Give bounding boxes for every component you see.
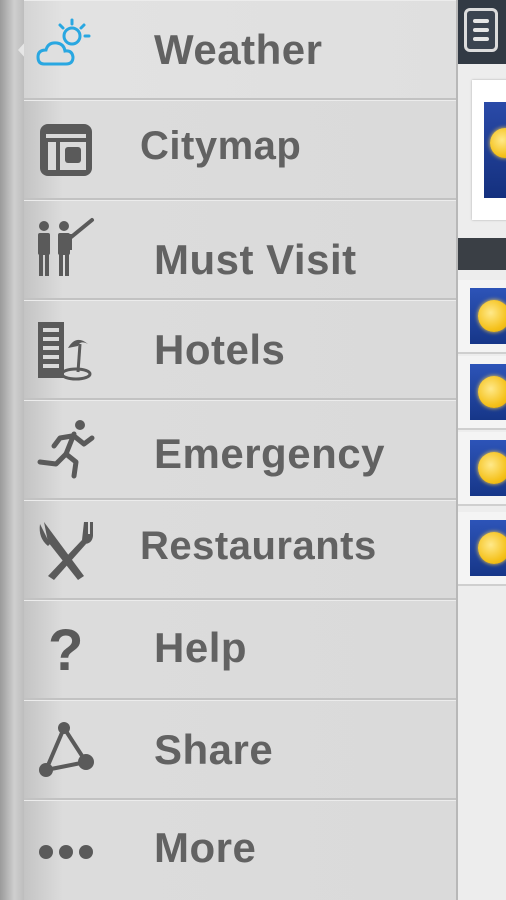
menu-item-more[interactable]: More (24, 800, 456, 900)
sun-icon (490, 128, 506, 158)
help-icon: ? (34, 618, 98, 682)
drawer-edge (0, 0, 24, 900)
forecast-row[interactable] (458, 512, 506, 586)
must-visit-icon (34, 214, 98, 278)
menu-item-label: More (154, 824, 257, 871)
menu-item-label: Citymap (140, 124, 302, 168)
current-weather-image (484, 102, 506, 198)
menu-item-must-visit[interactable]: Must Visit (24, 200, 456, 300)
current-weather-card[interactable] (472, 80, 506, 220)
menu-item-label: Emergency (154, 430, 385, 477)
menu-item-citymap[interactable]: Citymap (24, 100, 456, 200)
forecast-row[interactable] (458, 432, 506, 506)
weather-icon (34, 14, 98, 78)
forecast-row[interactable] (458, 280, 506, 354)
sun-icon (478, 532, 506, 564)
menu-item-label: Must Visit (154, 236, 357, 283)
menu-item-weather[interactable]: Weather (24, 0, 456, 100)
forecast-row[interactable] (458, 356, 506, 430)
share-icon (34, 718, 98, 782)
forecast-weather-image (470, 364, 506, 420)
restaurants-icon (34, 518, 98, 582)
menu-item-hotels[interactable]: Hotels (24, 300, 456, 400)
sun-icon (478, 376, 506, 408)
forecast-weather-image (470, 440, 506, 496)
menu-item-share[interactable]: Share (24, 700, 456, 800)
content-panel (456, 0, 506, 900)
menu-item-label: Share (154, 726, 274, 773)
top-bar (458, 0, 506, 64)
svg-text:?: ? (48, 618, 83, 682)
menu-item-label: Hotels (154, 326, 286, 373)
hotels-icon (34, 318, 98, 382)
more-icon (34, 818, 98, 882)
emergency-icon (34, 416, 98, 480)
forecast-weather-image (470, 520, 506, 576)
citymap-icon (34, 118, 98, 182)
menu-item-label: Weather (154, 26, 323, 73)
hamburger-menu-icon[interactable] (464, 8, 498, 52)
menu-item-emergency[interactable]: Emergency (24, 400, 456, 500)
menu-item-label: Help (154, 624, 248, 671)
menu-item-label: Restaurants (140, 524, 377, 568)
sun-icon (478, 300, 506, 332)
menu-item-help[interactable]: ? Help (24, 600, 456, 700)
side-menu: Weather Citymap Must Visit Hotels Emerge… (24, 0, 456, 900)
menu-item-restaurants[interactable]: Restaurants (24, 500, 456, 600)
forecast-weather-image (470, 288, 506, 344)
forecast-header (458, 238, 506, 270)
sun-icon (478, 452, 506, 484)
